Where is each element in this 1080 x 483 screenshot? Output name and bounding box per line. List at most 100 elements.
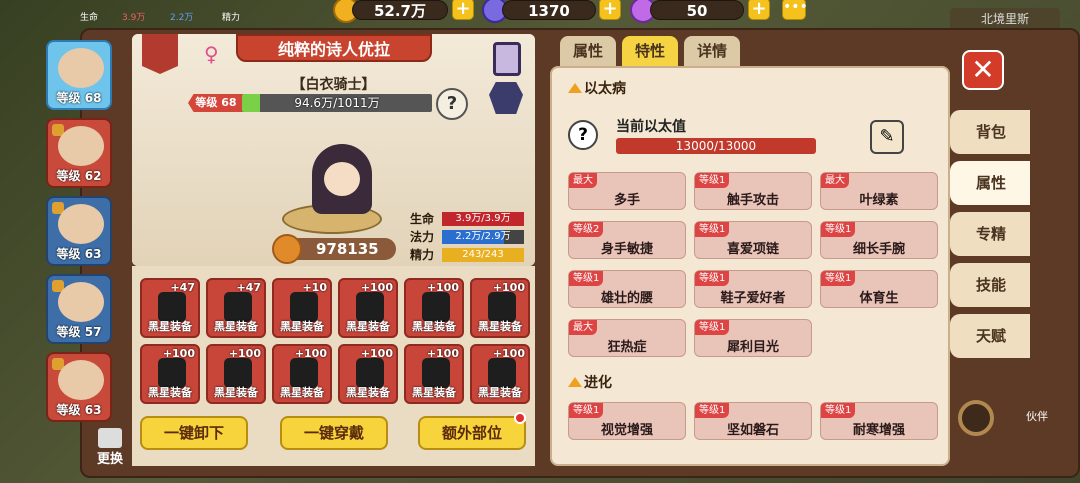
- more-icon[interactable]: •••: [782, 0, 808, 20]
- stat-bar-mp: 2.2万/2.9万: [442, 230, 524, 244]
- stat-value-sp: 243/243: [462, 249, 504, 260]
- equipment-slot[interactable]: +100 黑星装备: [470, 278, 530, 338]
- trait-card[interactable]: 等级1 视觉增强: [568, 402, 686, 440]
- card-icon[interactable]: [493, 42, 521, 76]
- equipment-slot[interactable]: +100 黑星装备: [140, 344, 200, 404]
- edit-icon[interactable]: ✎: [870, 120, 904, 154]
- equipment-slot[interactable]: +47 黑星装备: [140, 278, 200, 338]
- side-tab-backpack[interactable]: 背包: [950, 110, 1030, 154]
- equip-all-button[interactable]: 一键穿戴: [280, 416, 388, 450]
- trait-name: 喜爱项链: [726, 242, 779, 257]
- xp-bar: 94.6万/1011万: [242, 94, 432, 112]
- hud-hp-value: 3.9万: [122, 13, 146, 23]
- trait-card[interactable]: 等级1 触手攻击: [694, 172, 812, 210]
- enhance-level: +100: [228, 347, 261, 360]
- trait-card[interactable]: 等级1 犀利目光: [694, 319, 812, 357]
- equipment-slot[interactable]: +100 黑星装备: [338, 344, 398, 404]
- swap-icon: [98, 428, 122, 448]
- equipment-slot[interactable]: +100 黑星装备: [404, 278, 464, 338]
- hud-hp-label: 生命: [80, 13, 99, 23]
- equipment-name: 黑星装备: [214, 320, 258, 333]
- hero-slot-4[interactable]: 等级 57: [46, 274, 112, 344]
- enhance-level: +100: [492, 347, 525, 360]
- female-icon: ♀: [204, 42, 219, 66]
- trait-name: 狂热症: [607, 340, 647, 355]
- stat-label-sp: 精力: [410, 248, 435, 262]
- traits-panel: 以太病 ? 当前以太值 13000/13000 ✎ 最大 多手 等级1 触手攻击 最大叶…: [550, 66, 950, 466]
- equipment-name: 黑星装备: [280, 320, 324, 333]
- add-gem-button[interactable]: +: [599, 0, 621, 20]
- gold-amount: 52.7万: [352, 0, 448, 20]
- partner-label[interactable]: 伙伴: [1026, 408, 1048, 424]
- help-button[interactable]: ?: [436, 88, 468, 120]
- trait-card[interactable]: 最大 叶绿素: [820, 172, 938, 210]
- ether-help-button[interactable]: ?: [568, 120, 598, 150]
- extra-slots-button[interactable]: 额外部位: [418, 416, 526, 450]
- trait-name: 身手敏捷: [600, 242, 653, 257]
- trait-level-tag: 等级1: [821, 222, 856, 237]
- stat-value-mp: 2.2万/2.9万: [455, 231, 511, 242]
- trait-level-tag: 最大: [569, 173, 597, 188]
- equipment-name: 黑星装备: [148, 386, 192, 399]
- enhance-level: +100: [360, 281, 393, 294]
- ether-bar: 13000/13000: [616, 138, 816, 154]
- enhance-level: +10: [302, 281, 327, 294]
- equipment-slot[interactable]: +47 黑星装备: [206, 278, 266, 338]
- trait-name: 细长手腕: [852, 242, 905, 257]
- trait-level-tag: 等级1: [695, 222, 730, 237]
- trait-card[interactable]: 等级1 体育生: [820, 270, 938, 308]
- warning-icon: [568, 83, 582, 93]
- equipment-name: 黑星装备: [346, 320, 390, 333]
- warning-icon: [568, 377, 582, 387]
- hud-mp-value: 2.2万: [170, 13, 194, 23]
- equipment-slot[interactable]: +100 黑星装备: [470, 344, 530, 404]
- trait-level-tag: 最大: [569, 320, 597, 335]
- side-tab-talents[interactable]: 天赋: [950, 314, 1030, 358]
- section-evolution: 进化: [568, 372, 612, 392]
- equipment-slot[interactable]: +100 黑星装备: [404, 344, 464, 404]
- trait-card[interactable]: 最大多手: [568, 172, 686, 210]
- knob-icon: [958, 400, 994, 436]
- hero-slot-5[interactable]: 等级 63: [46, 352, 112, 422]
- section-title: 以太病: [584, 81, 626, 97]
- trait-level-tag: 等级1: [821, 271, 856, 286]
- unequip-all-button[interactable]: 一键卸下: [140, 416, 248, 450]
- trait-card[interactable]: 等级1 雄壮的腰: [568, 270, 686, 308]
- enhance-level: +47: [170, 281, 195, 294]
- top-bar: 生命 3.9万 2.2万 精力 52.7万 + 1370 + 50 + ••• …: [0, 0, 1080, 30]
- equipment-slot[interactable]: +100 黑星装备: [206, 344, 266, 404]
- trait-card[interactable]: 最大 狂热症: [568, 319, 686, 357]
- hero-slot-1[interactable]: 等级 68: [46, 40, 112, 110]
- tab-details[interactable]: 详情: [684, 36, 740, 66]
- trait-card[interactable]: 等级1 坚如磐石: [694, 402, 812, 440]
- close-button[interactable]: ✕: [962, 50, 1004, 90]
- trait-level-tag: 等级1: [695, 173, 730, 188]
- side-tab-mastery[interactable]: 专精: [950, 212, 1030, 256]
- hero-slot-3[interactable]: 等级 63: [46, 196, 112, 266]
- trait-card[interactable]: 等级1 耐寒增强: [820, 402, 938, 440]
- character-face: [324, 162, 360, 196]
- equipment-name: 黑星装备: [478, 386, 522, 399]
- trait-card[interactable]: 等级2 身手敏捷: [568, 221, 686, 259]
- equipment-slot[interactable]: +10 黑星装备: [272, 278, 332, 338]
- trait-card[interactable]: 等级1 鞋子爱好者: [694, 270, 812, 308]
- equipment-slot[interactable]: +100 黑星装备: [338, 278, 398, 338]
- equipment-slot[interactable]: +100 黑星装备: [272, 344, 332, 404]
- add-gold-button[interactable]: +: [452, 0, 474, 20]
- add-crystal-button[interactable]: +: [748, 0, 770, 20]
- trait-name: 耐寒增强: [852, 423, 905, 438]
- trait-card[interactable]: 等级1 细长手腕: [820, 221, 938, 259]
- trait-name: 多手: [613, 193, 640, 208]
- tab-attributes[interactable]: 属性: [560, 36, 616, 66]
- trait-card[interactable]: 等级1 喜爱项链: [694, 221, 812, 259]
- enhance-level: +100: [294, 347, 327, 360]
- hero-portrait: [58, 360, 104, 400]
- hero-slot-2[interactable]: 等级 62: [46, 118, 112, 188]
- side-tab-skills[interactable]: 技能: [950, 263, 1030, 307]
- swap-button[interactable]: 更换: [92, 428, 128, 468]
- character-name: 纯粹的诗人优拉: [236, 34, 432, 62]
- side-tab-attributes[interactable]: 属性: [950, 161, 1030, 205]
- equipment-name: 黑星装备: [346, 386, 390, 399]
- tab-traits[interactable]: 特性: [622, 36, 678, 66]
- swap-label: 更换: [96, 452, 123, 467]
